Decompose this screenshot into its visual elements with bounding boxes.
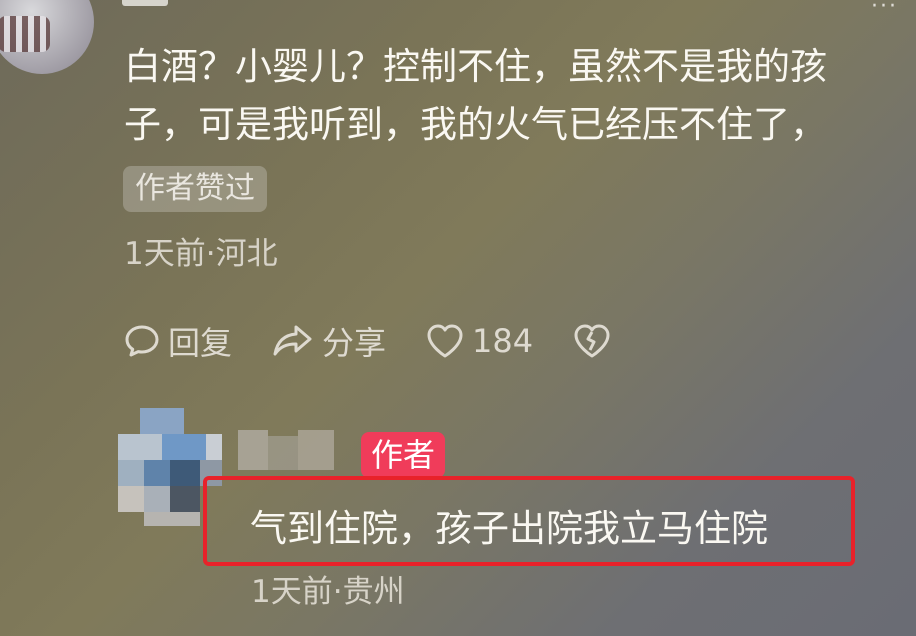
reply-author-name-blurred[interactable] bbox=[238, 430, 338, 470]
like-count: 184 bbox=[472, 322, 534, 360]
more-dots-icon[interactable]: ··· bbox=[871, 0, 898, 19]
commenter-avatar[interactable] bbox=[0, 0, 94, 74]
share-arrow-icon bbox=[273, 325, 312, 356]
reply-label: 回复 bbox=[168, 324, 233, 362]
reply-button[interactable]: 回复 bbox=[122, 318, 232, 364]
comment-actions: 回复 分享 184 bbox=[122, 316, 657, 366]
comment-meta: 1天前·河北 bbox=[124, 236, 278, 272]
broken-heart-icon bbox=[574, 324, 610, 358]
author-tag: 作者 bbox=[361, 432, 446, 478]
avatar-image bbox=[0, 16, 50, 52]
commenter-name-blurred[interactable] bbox=[122, 0, 168, 6]
dislike-button[interactable] bbox=[571, 321, 619, 361]
heart-icon bbox=[427, 324, 463, 358]
share-button[interactable]: 分享 bbox=[270, 318, 386, 364]
like-button[interactable]: 184 bbox=[424, 321, 533, 361]
speech-bubble-icon bbox=[125, 325, 159, 357]
author-liked-badge: 作者赞过 bbox=[123, 166, 267, 212]
share-label: 分享 bbox=[322, 324, 387, 362]
comment-text: 白酒？小婴儿？控制不住，虽然不是我的孩子，可是我听到，我的火气已经压不住了， bbox=[124, 45, 827, 146]
reply-meta: 1天前·贵州 bbox=[251, 574, 405, 610]
reply-text: 气到住院，孩子出院我立马住院 bbox=[250, 507, 768, 550]
